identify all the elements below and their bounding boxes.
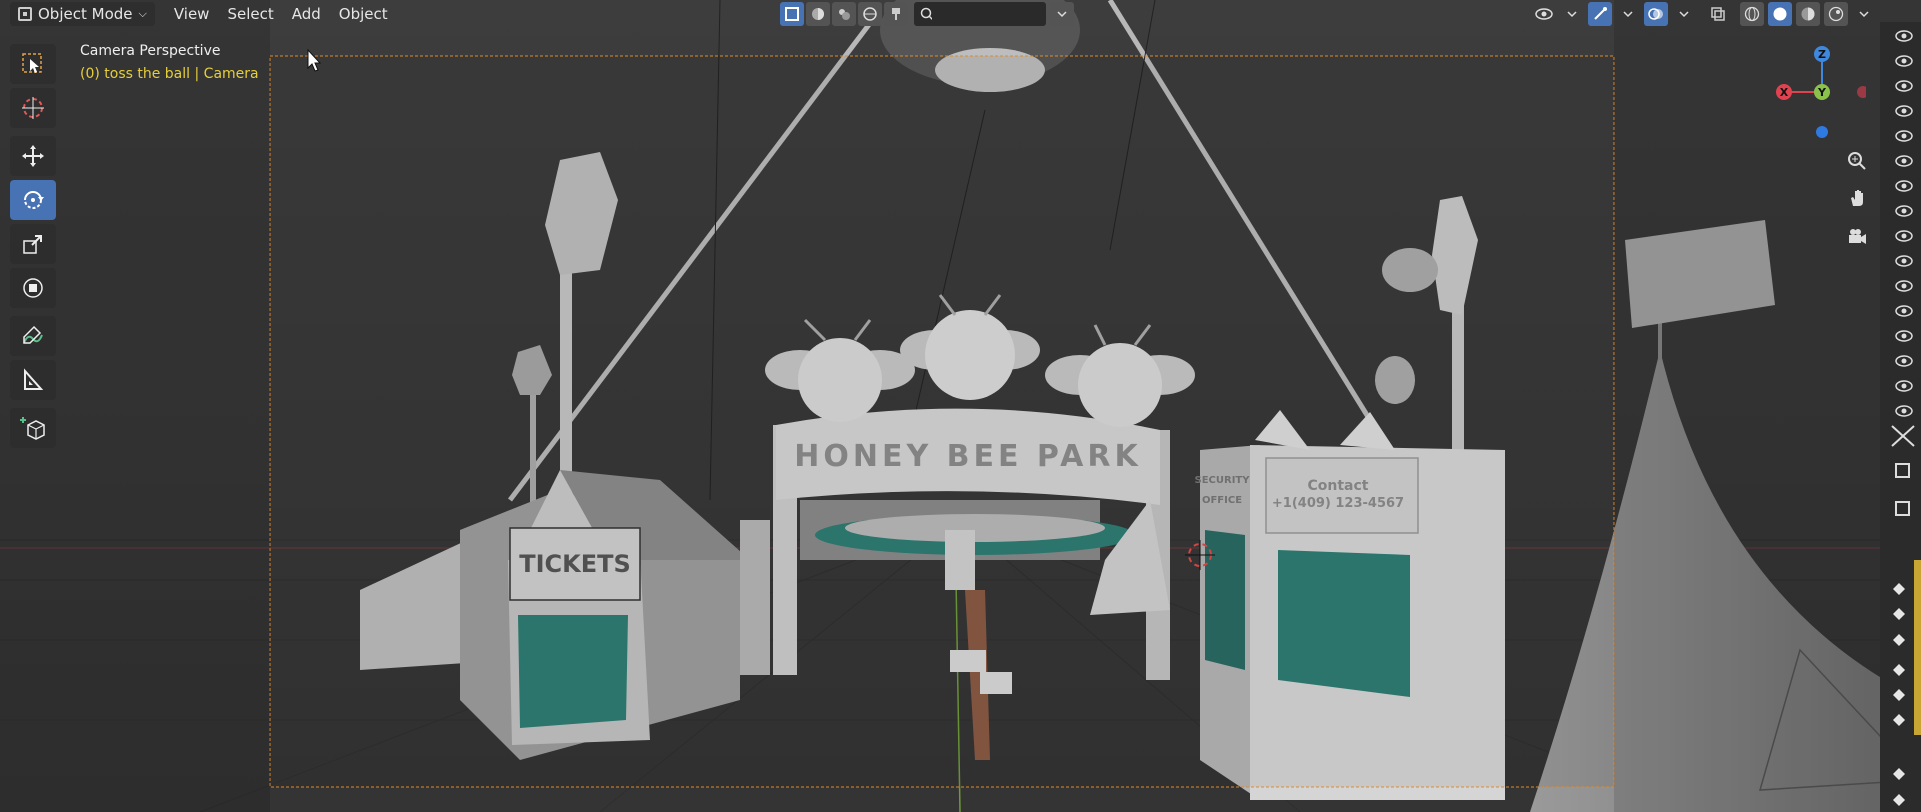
material-shading-icon[interactable]	[1796, 2, 1820, 26]
gizmo-z-label: Z	[1818, 48, 1826, 61]
add-cube-tool[interactable]	[10, 408, 56, 448]
visibility-eye-icon[interactable]	[1895, 405, 1913, 417]
keyframe-diamond[interactable]	[1893, 714, 1905, 726]
visibility-eye-icon[interactable]	[1895, 30, 1913, 42]
chevron-down-icon[interactable]	[1560, 2, 1584, 26]
object-info: (0) toss the ball | Camera	[80, 66, 259, 82]
measure-tool[interactable]	[10, 360, 56, 400]
measure-icon	[24, 368, 44, 390]
object-data-icon[interactable]	[1894, 500, 1912, 518]
3d-viewport[interactable]: TICKETS HONEY BEE PARK Contact +1	[0, 0, 1921, 812]
keyframe-diamond[interactable]	[1893, 768, 1905, 780]
object-data-icon[interactable]	[1894, 462, 1912, 480]
viewport-header: Object Mode ⌵ View Select Add Object	[0, 0, 397, 28]
search-icon	[920, 7, 932, 21]
visibility-eye-icon[interactable]	[1895, 180, 1913, 192]
brush-icon[interactable]	[884, 2, 908, 26]
visibility-eye-icon[interactable]	[1895, 130, 1913, 142]
visibility-eye-icon[interactable]	[1895, 230, 1913, 242]
camera-frame	[269, 55, 1615, 788]
menu-view[interactable]: View	[165, 2, 219, 26]
scissors-icon[interactable]	[1888, 422, 1918, 452]
camera-view-icon[interactable]	[1842, 222, 1872, 252]
transform-tool[interactable]	[10, 268, 56, 308]
visibility-eye-icon[interactable]	[1895, 105, 1913, 117]
annotate-icon	[23, 325, 43, 344]
keyframe-strip	[1893, 560, 1921, 806]
move-icon	[22, 145, 44, 167]
visibility-eye-icon[interactable]	[1895, 255, 1913, 267]
viewport-overlay-controls	[1532, 1, 1921, 27]
material-icon[interactable]	[832, 2, 856, 26]
menu-add[interactable]: Add	[283, 2, 330, 26]
visibility-eye-icon[interactable]	[1895, 55, 1913, 67]
overlay-toggle-icon[interactable]	[1644, 2, 1668, 26]
chevron-down-icon: ⌵	[138, 7, 147, 20]
chevron-down-icon[interactable]	[1672, 2, 1696, 26]
rendered-shading-icon[interactable]	[1824, 2, 1848, 26]
gizmo-neg-z-handle[interactable]	[1816, 126, 1828, 138]
world-icon[interactable]	[858, 2, 882, 26]
chevron-down-icon[interactable]	[1050, 2, 1074, 26]
move-tool[interactable]	[10, 136, 56, 176]
search-input[interactable]	[932, 6, 1046, 22]
visibility-eye-icon[interactable]	[1895, 280, 1913, 292]
keyframe-diamond[interactable]	[1893, 634, 1905, 646]
scene-render[interactable]: TICKETS HONEY BEE PARK Contact +1	[0, 0, 1921, 812]
keyframe-diamond[interactable]	[1893, 583, 1905, 595]
select-box-icon	[22, 53, 42, 73]
rotate-icon	[24, 191, 44, 209]
cursor-icon	[22, 97, 44, 119]
gizmo-neg-x-handle[interactable]	[1857, 86, 1866, 98]
mode-label: Object Mode	[38, 5, 133, 23]
pan-hand-icon[interactable]	[1842, 183, 1872, 213]
visibility-eye-icon[interactable]	[1895, 330, 1913, 342]
gizmo-y-label: Y	[1817, 86, 1827, 99]
select-box-tool[interactable]	[10, 44, 56, 84]
visibility-eye-icon[interactable]	[1895, 155, 1913, 167]
keyframe-diamond[interactable]	[1893, 664, 1905, 676]
keyframe-diamond[interactable]	[1893, 608, 1905, 620]
search-field[interactable]	[914, 2, 1046, 26]
selection-mode-controls	[780, 1, 1074, 27]
visibility-eye-icon[interactable]	[1895, 355, 1913, 367]
visibility-eye-icon[interactable]	[1895, 380, 1913, 392]
chevron-down-icon[interactable]	[1852, 2, 1876, 26]
scale-tool[interactable]	[10, 224, 56, 264]
cursor-tool[interactable]	[10, 88, 56, 128]
mode-dropdown[interactable]: Object Mode ⌵	[10, 2, 155, 26]
view-name: Camera Perspective	[80, 43, 221, 59]
menu-object[interactable]: Object	[330, 2, 397, 26]
solid-shading-icon[interactable]	[1768, 2, 1792, 26]
rotate-tool[interactable]	[10, 180, 56, 220]
visibility-eye-icon[interactable]	[1895, 305, 1913, 317]
visibility-eye-icon[interactable]	[1895, 205, 1913, 217]
chevron-down-icon[interactable]	[1616, 2, 1640, 26]
select-mode-icon[interactable]	[780, 2, 804, 26]
keyframe-diamond[interactable]	[1893, 689, 1905, 701]
gizmo-x-label: X	[1780, 86, 1789, 99]
xray-toggle-icon[interactable]	[1706, 2, 1730, 26]
zoom-icon[interactable]	[1842, 146, 1872, 176]
annotate-tool[interactable]	[10, 316, 56, 356]
visibility-eye-icon[interactable]	[1895, 80, 1913, 92]
add-cube-icon	[20, 417, 45, 440]
sphere-shade-icon[interactable]	[806, 2, 830, 26]
gizmo-toggle-icon[interactable]	[1588, 2, 1612, 26]
navigation-gizmo[interactable]: Z X Y	[1770, 42, 1866, 142]
wireframe-shading-icon[interactable]	[1740, 2, 1764, 26]
transform-icon	[23, 278, 43, 298]
object-mode-icon	[18, 7, 32, 21]
menu-select[interactable]: Select	[218, 2, 282, 26]
scale-icon	[23, 235, 42, 254]
visibility-icon[interactable]	[1532, 2, 1556, 26]
tool-shelf	[10, 44, 58, 456]
keyframe-diamond[interactable]	[1893, 794, 1905, 806]
